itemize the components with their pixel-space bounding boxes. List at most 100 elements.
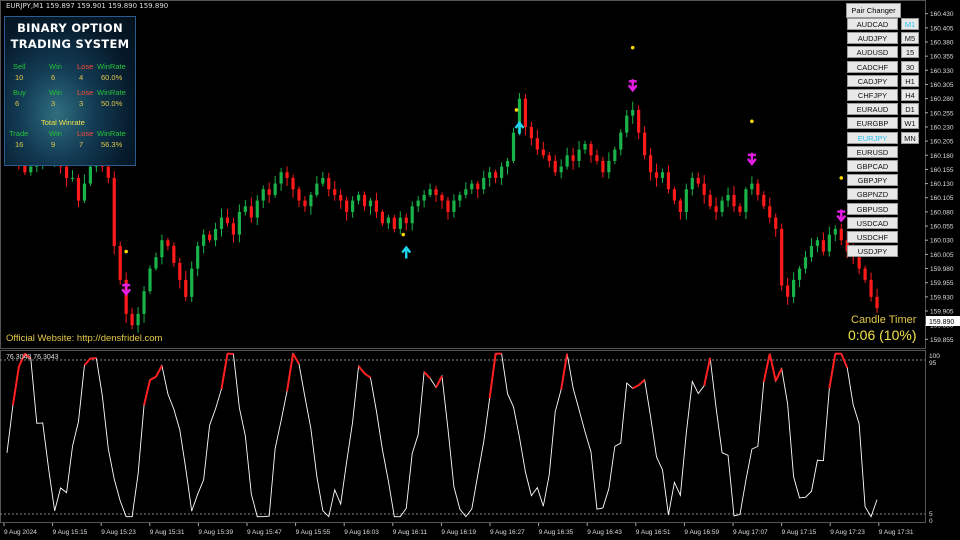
candle-body xyxy=(219,217,224,229)
candle-body xyxy=(29,166,33,173)
candle-body xyxy=(827,234,831,252)
candle-body xyxy=(750,183,754,190)
candle-body xyxy=(166,240,170,246)
candle-body xyxy=(70,177,75,179)
pair-button-eurjpy[interactable]: EURJPY xyxy=(847,131,898,144)
timeframe-button-d1[interactable]: D1 xyxy=(901,103,919,116)
price-tick-label: 160.430 xyxy=(930,11,954,18)
pair-button-gbpnzd[interactable]: GBPNZD xyxy=(847,188,898,201)
pair-button-eurgbp[interactable]: EURGBP xyxy=(847,117,898,130)
time-tick-label: 9 Aug 15:47 xyxy=(247,529,282,536)
candle-body xyxy=(291,177,295,190)
candle-body xyxy=(213,228,218,241)
candle-body xyxy=(571,155,575,161)
time-tick-label: 9 Aug 15:23 xyxy=(101,529,136,536)
official-website-text[interactable]: Official Website: http://densfridel.com xyxy=(6,333,162,344)
candle-body xyxy=(273,183,277,195)
candle-body xyxy=(470,183,474,190)
time-tick-label: 9 Aug 16:43 xyxy=(587,529,622,536)
candle-body xyxy=(243,206,247,212)
timeframe-button-h1[interactable]: H1 xyxy=(901,74,919,87)
pair-button-usdcad[interactable]: USDCAD xyxy=(847,216,898,229)
timeframe-button-m5[interactable]: M5 xyxy=(901,32,919,45)
candle-body xyxy=(321,177,325,184)
price-tick-label: 160.155 xyxy=(930,167,954,174)
price-tick-label: 160.255 xyxy=(930,110,954,117)
sell-lose-label: Lose xyxy=(77,62,94,71)
pair-button-gbpcad[interactable]: GBPCAD xyxy=(847,160,898,172)
candle-body xyxy=(494,172,498,178)
candle-body xyxy=(744,189,748,212)
pair-button-eurusd[interactable]: EURUSD xyxy=(847,145,898,158)
candle-body xyxy=(440,194,444,201)
price-tick-label: 160.355 xyxy=(930,54,954,61)
pair-button-gbpjpy[interactable]: GBPJPY xyxy=(847,174,898,187)
candle-body xyxy=(625,115,629,133)
candle-body xyxy=(207,234,212,241)
candle-body xyxy=(786,285,790,297)
timeframe-button-h4[interactable]: H4 xyxy=(901,89,919,101)
time-tick-label: 9 Aug 15:31 xyxy=(150,529,185,536)
pair-button-audcad[interactable]: AUDCAD xyxy=(847,18,898,30)
candle-body xyxy=(303,200,307,207)
candle-body xyxy=(249,206,253,218)
candle-body xyxy=(178,262,182,280)
pair-button-audusd[interactable]: AUDUSD xyxy=(847,46,898,59)
timeframe-button-mn[interactable]: MN xyxy=(901,131,919,144)
candle-body xyxy=(654,172,659,178)
candle-body xyxy=(684,189,688,212)
candle-body xyxy=(505,160,510,167)
candle-body xyxy=(410,206,414,224)
pair-button-euraud[interactable]: EURAUD xyxy=(847,103,898,116)
candle-body xyxy=(476,183,480,190)
timeframe-button-w1[interactable]: W1 xyxy=(901,117,919,130)
candle-body xyxy=(184,279,188,297)
time-tick-label: 9 Aug 17:31 xyxy=(879,529,914,536)
price-tick-label: 160.105 xyxy=(930,195,954,202)
candle-body xyxy=(333,189,337,195)
price-tick-label: 160.180 xyxy=(930,153,954,160)
price-tick-label: 160.380 xyxy=(930,39,954,46)
candle-body xyxy=(738,206,742,212)
timeframe-button-m1[interactable]: M1 xyxy=(901,18,919,30)
price-tick-label: 160.330 xyxy=(930,68,954,75)
candle-body xyxy=(589,143,593,156)
timeframe-button-30[interactable]: 30 xyxy=(901,60,919,73)
candle-body xyxy=(511,132,516,161)
candle-body xyxy=(833,228,837,235)
candle-body xyxy=(553,160,557,173)
candle-body xyxy=(678,200,682,212)
osc-scale-0: 0 xyxy=(929,518,933,525)
candle-body xyxy=(148,268,152,292)
candle-body xyxy=(660,172,665,178)
candle-body xyxy=(160,240,164,258)
buy-rate: 50.0% xyxy=(101,99,123,108)
trade-label: Trade xyxy=(9,129,29,138)
pair-button-usdjpy[interactable]: USDJPY xyxy=(847,245,898,258)
oscillator-value-label: 76.3043 76.3043 xyxy=(6,354,59,361)
pair-button-gbpusd[interactable]: GBPUSD xyxy=(847,202,898,215)
pair-button-cadjpy[interactable]: CADJPY xyxy=(847,74,898,87)
trade-lose: 7 xyxy=(79,140,84,149)
candle-body xyxy=(726,194,730,201)
buy-label: Buy xyxy=(13,88,26,97)
signal-dot xyxy=(124,249,128,254)
candle-body xyxy=(815,240,820,246)
candle-body xyxy=(803,257,808,269)
pair-button-audjpy[interactable]: AUDJPY xyxy=(847,32,898,45)
buy-rate-label: WinRate xyxy=(97,88,126,97)
pair-button-usdchf[interactable]: USDCHF xyxy=(847,231,898,243)
candle-body xyxy=(523,98,528,127)
buy-lose-label: Lose xyxy=(77,88,94,97)
pair-button-chfjpy[interactable]: CHFJPY xyxy=(847,89,898,101)
price-tick-label: 160.280 xyxy=(930,96,954,103)
time-tick-label: 9 Aug 16:27 xyxy=(490,529,525,536)
pair-button-cadchf[interactable]: CADCHF xyxy=(847,60,898,73)
candle-body xyxy=(732,194,736,207)
candle-body xyxy=(398,217,402,229)
timeframe-button-15[interactable]: 15 xyxy=(901,46,919,59)
pair-changer-title[interactable]: Pair Changer xyxy=(846,3,901,18)
symbol-header: EURJPY,M1 159.897 159.901 159.890 159.89… xyxy=(6,2,169,10)
time-tick-label: 9 Aug 15:15 xyxy=(53,529,88,536)
candle-body xyxy=(428,189,432,195)
